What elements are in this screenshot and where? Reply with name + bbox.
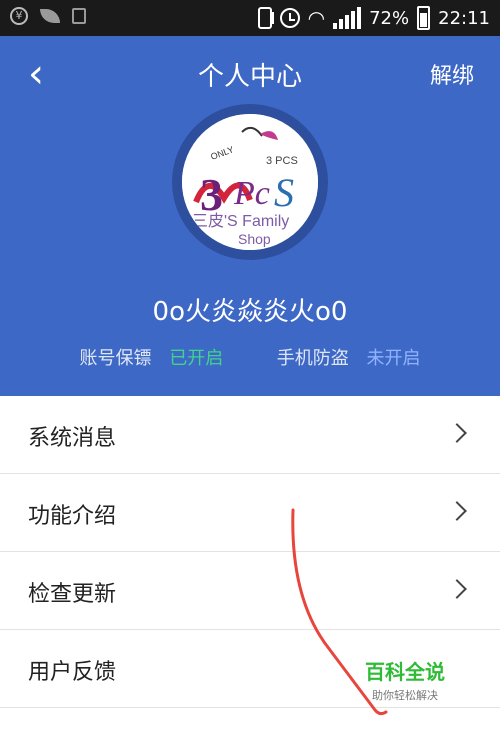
alarm-clock-icon	[279, 8, 300, 28]
svg-text:Shop: Shop	[238, 231, 271, 247]
profile-header: ‹ 个人中心 解绑 ONLY 3 PCS 3 Pc S 三皮'S Family …	[0, 36, 500, 396]
notification-icons: ¥	[10, 7, 86, 25]
status-bar: ¥ ◠ 72% 22:11	[0, 0, 500, 36]
svg-text:三皮'S Family: 三皮'S Family	[192, 212, 289, 230]
watermark-title: 百科全说	[365, 660, 445, 684]
unbind-button[interactable]: 解绑	[430, 58, 474, 90]
menu-item-label: 功能介绍	[28, 504, 117, 529]
battery-percent: 72%	[369, 7, 410, 29]
leaf-icon	[40, 9, 60, 23]
chevron-right-icon	[447, 579, 467, 599]
vibrate-phone-icon	[257, 7, 274, 29]
chevron-right-icon	[447, 423, 467, 443]
menu-item-check-update[interactable]: 检查更新	[0, 552, 500, 630]
menu-item-label: 检查更新	[28, 582, 117, 607]
clock: 22:11	[438, 7, 490, 29]
anti-theft-label: 手机防盗	[276, 348, 349, 369]
avatar-ring: ONLY 3 PCS 3 Pc S 三皮'S Family Shop	[172, 104, 328, 260]
wifi-icon: ◠	[307, 6, 326, 30]
store-icon	[72, 8, 86, 24]
watermark-subtitle: 助你轻松解决	[372, 689, 438, 702]
menu-item-label: 用户反馈	[28, 660, 117, 685]
security-status: 账号保镖 已开启 手机防盗 未开启	[0, 344, 500, 370]
signal-icon	[333, 7, 362, 29]
nickname: 0o火炎焱炎火o0	[152, 297, 348, 327]
page-title: 个人中心	[197, 62, 302, 92]
avatar[interactable]: ONLY 3 PCS 3 Pc S 三皮'S Family Shop	[182, 114, 318, 250]
account-guard-status[interactable]: 已开启	[169, 348, 223, 369]
battery-icon	[417, 6, 431, 30]
account-guard-label: 账号保镖	[79, 348, 152, 369]
chevron-right-icon	[447, 501, 467, 521]
svg-text:S: S	[274, 170, 294, 215]
menu-item-feature-intro[interactable]: 功能介绍	[0, 474, 500, 552]
yen-shield-icon: ¥	[10, 7, 28, 25]
svg-text:3 PCS: 3 PCS	[266, 155, 298, 167]
menu-item-system-messages[interactable]: 系统消息	[0, 396, 500, 474]
svg-text:Pc: Pc	[233, 175, 270, 212]
system-icons: ◠ 72% 22:11	[257, 4, 490, 32]
watermark: 百科全说 助你轻松解决	[365, 656, 445, 703]
avatar-logo-icon: ONLY 3 PCS 3 Pc S 三皮'S Family Shop	[182, 114, 318, 250]
menu-item-label: 系统消息	[28, 426, 117, 451]
anti-theft-status[interactable]: 未开启	[366, 348, 420, 369]
